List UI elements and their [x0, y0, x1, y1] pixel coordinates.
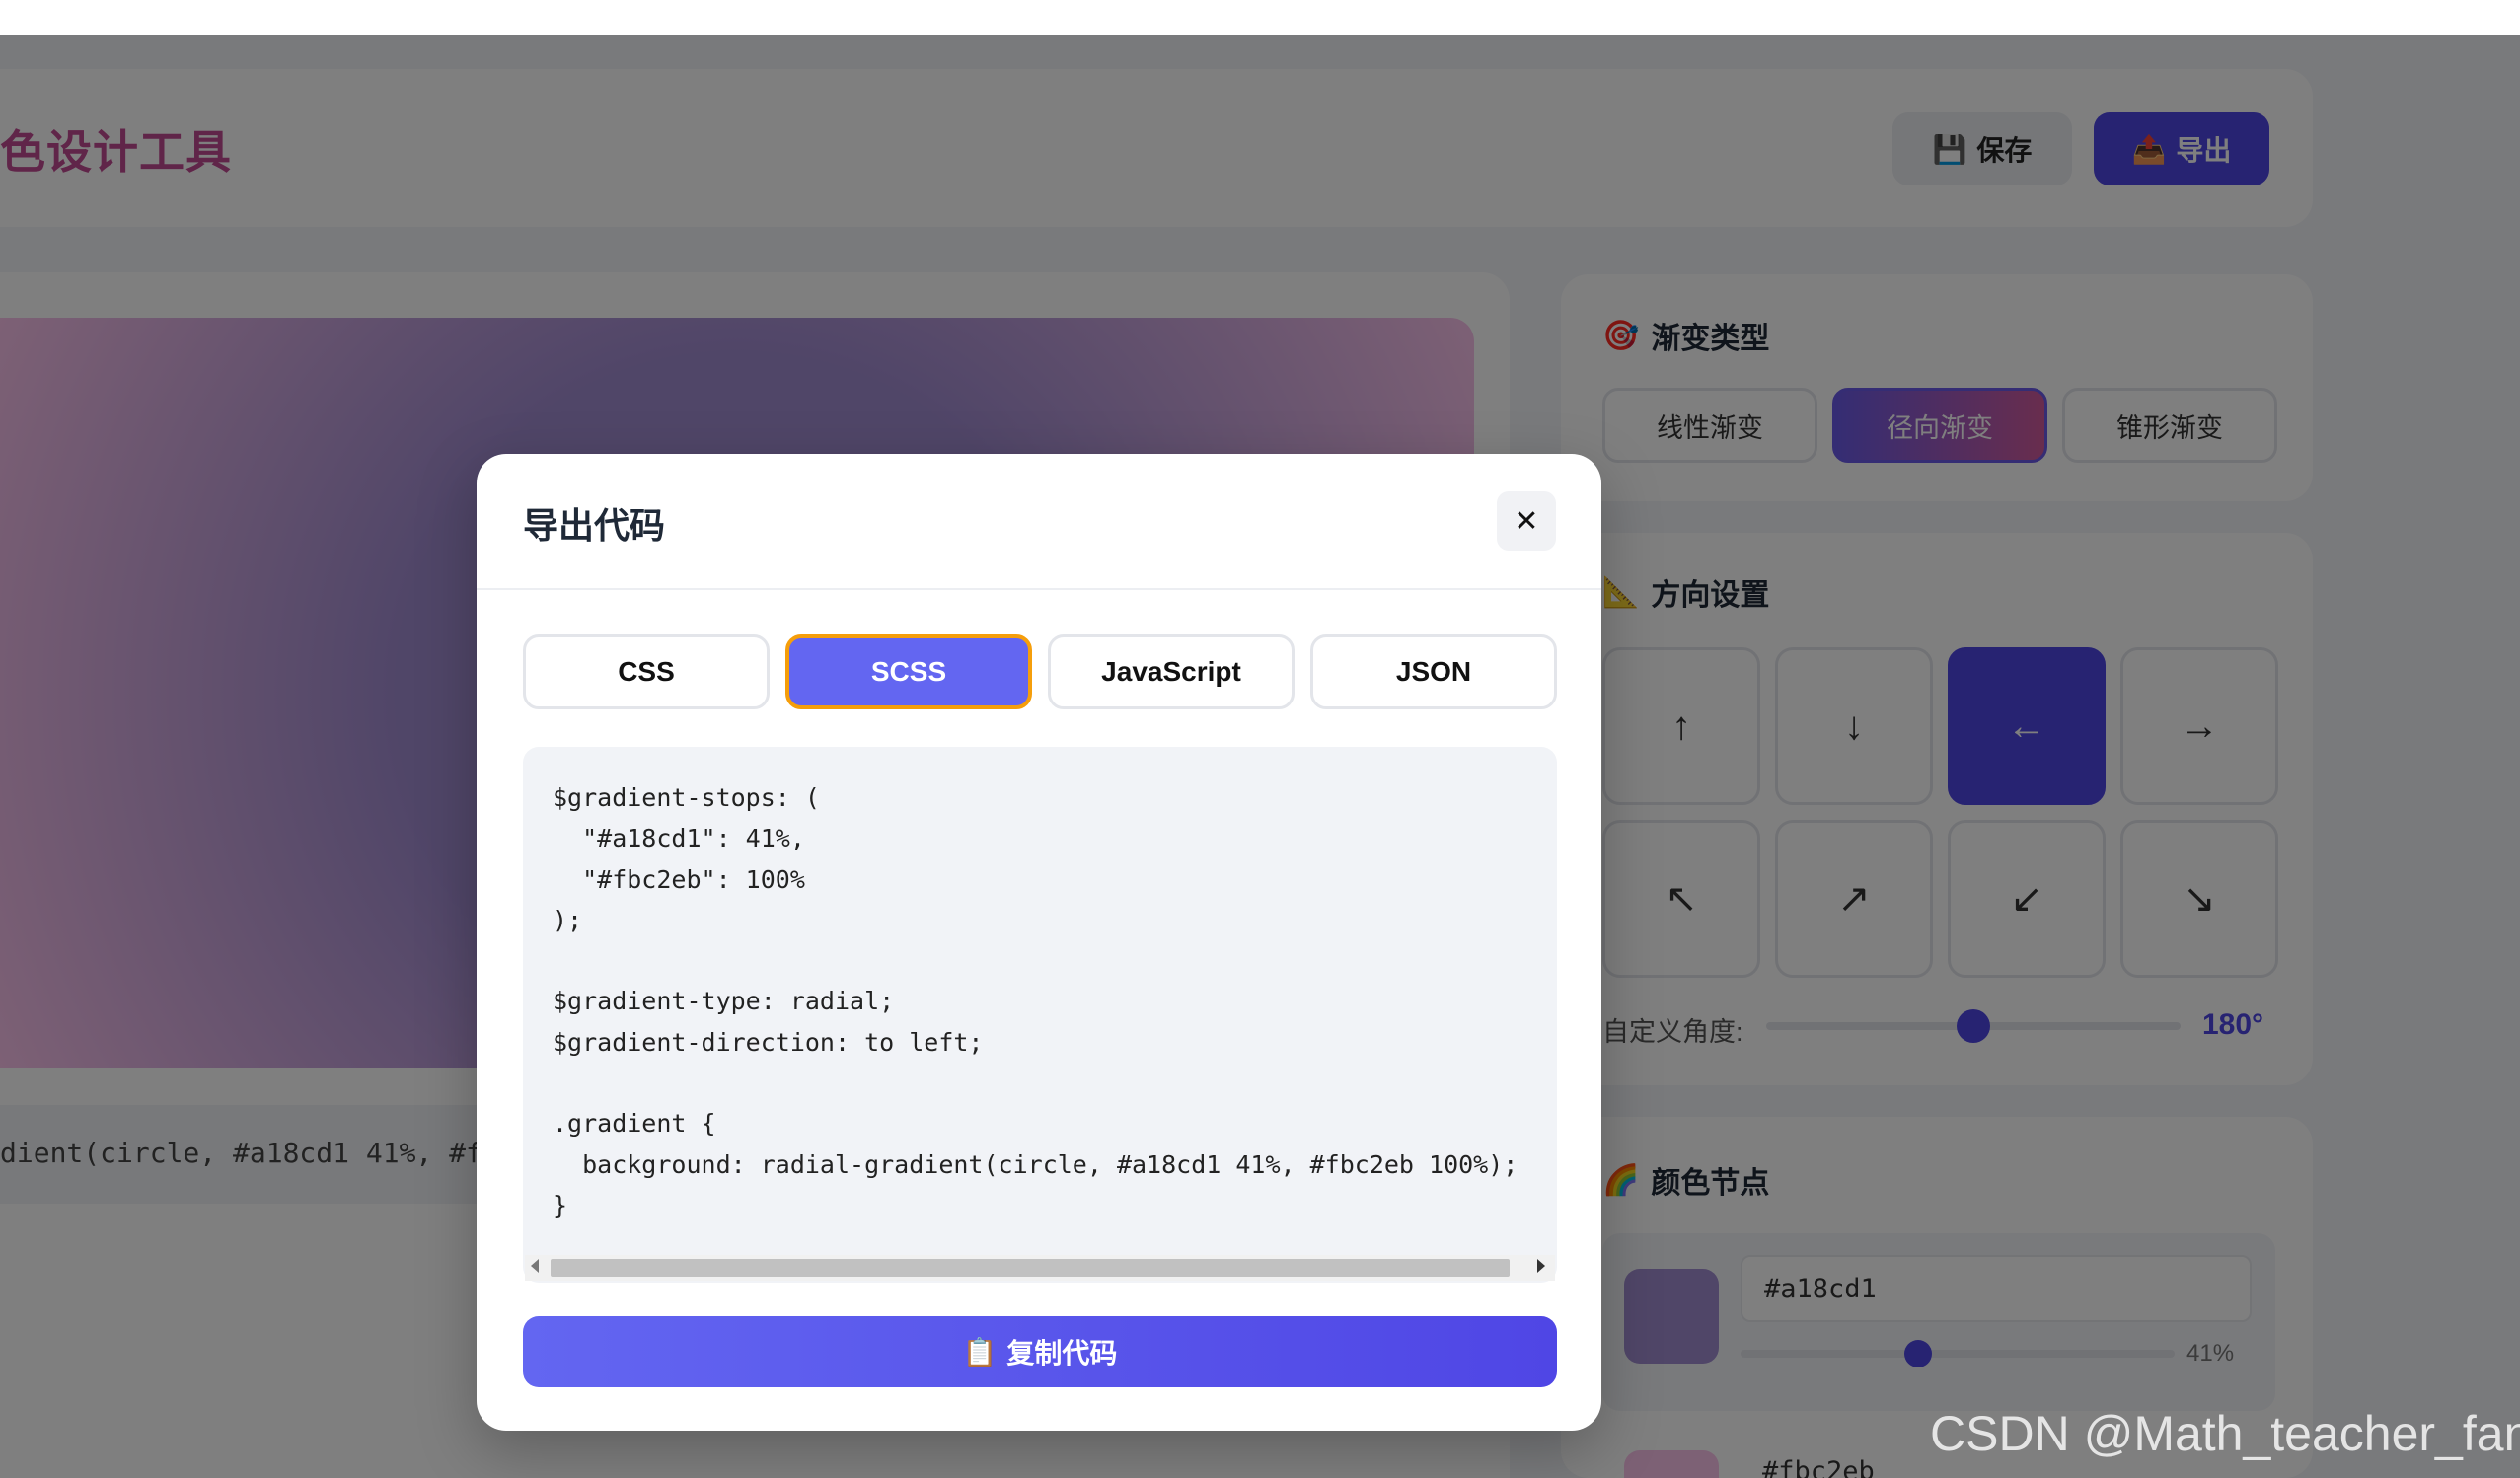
copy-code-label: 复制代码: [1006, 1338, 1118, 1368]
code-text: $gradient-stops: ( "#a18cd1": 41%, "#fbc…: [553, 783, 1519, 1219]
modal-divider: [477, 588, 1601, 590]
scroll-left-arrow-icon[interactable]: [531, 1259, 539, 1273]
watermark: CSDN @Math_teacher_fan: [1930, 1406, 2520, 1461]
clipboard-icon: 📋: [962, 1336, 998, 1367]
code-scrollbar-thumb[interactable]: [551, 1259, 1510, 1277]
tab-scss[interactable]: SCSS: [785, 634, 1032, 709]
copy-code-button[interactable]: 📋 复制代码: [523, 1316, 1557, 1387]
tab-css[interactable]: CSS: [523, 634, 770, 709]
scroll-right-arrow-icon[interactable]: [1537, 1259, 1545, 1273]
modal-title: 导出代码: [523, 505, 666, 546]
tab-javascript[interactable]: JavaScript: [1048, 634, 1295, 709]
tab-json[interactable]: JSON: [1310, 634, 1557, 709]
close-icon[interactable]: ✕: [1497, 491, 1556, 551]
